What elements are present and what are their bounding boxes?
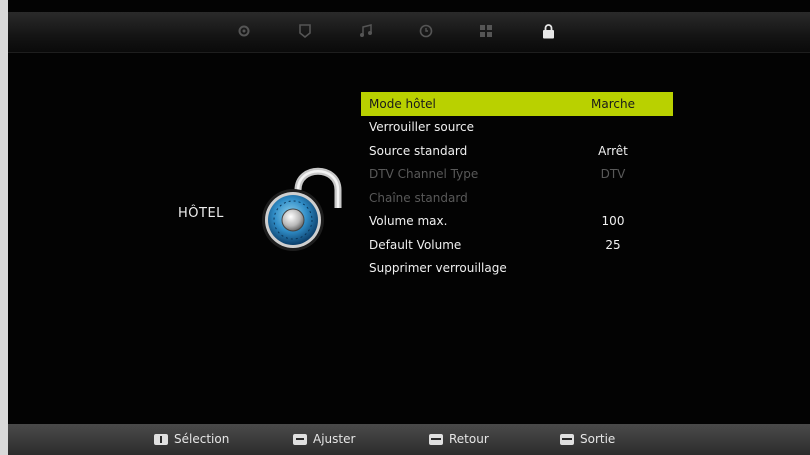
menu-item-value: Arrêt [598, 143, 628, 158]
section-title: HÔTEL [178, 206, 224, 221]
menu-item-value: DTV [600, 167, 626, 182]
menu-item-value: 100 [601, 214, 625, 229]
hint-back-label: Retour [449, 432, 489, 446]
menu-item-value: Marche [591, 96, 635, 111]
hint-select-label: Sélection [174, 432, 230, 446]
menu-item-label: Mode hôtel [369, 96, 436, 111]
hint-back: Retour [429, 432, 489, 446]
leftright-key-icon [293, 433, 307, 445]
music-tab-icon[interactable] [352, 18, 380, 44]
menu-key-icon [429, 433, 443, 445]
menu-item-verrouiller-source[interactable]: Verrouiller source [361, 116, 673, 140]
menu-item-label: DTV Channel Type [369, 167, 479, 182]
setup-tab-icon[interactable] [472, 18, 500, 44]
hotel-settings-menu: Mode hôtel Marche Verrouiller source Sou… [361, 92, 673, 280]
clock-tab-icon[interactable] [412, 18, 440, 44]
menu-item-label: Volume max. [369, 214, 448, 229]
menu-item-chaine-standard: Chaîne standard [361, 186, 673, 210]
updown-key-icon [154, 433, 168, 445]
menu-item-label: Source standard [369, 143, 468, 158]
tv-osd-screen: HÔTEL Mode hôtel Marche Verrouiller sour… [8, 0, 810, 455]
lock-tab-icon[interactable] [534, 18, 562, 44]
menu-item-label: Verrouiller source [369, 120, 474, 135]
menu-item-volume-max[interactable]: Volume max. 100 [361, 210, 673, 234]
hint-exit: Sortie [560, 432, 615, 446]
exit-key-icon [560, 433, 574, 445]
menu-tab-bar [8, 12, 810, 53]
menu-item-label: Supprimer verrouillage [369, 261, 507, 276]
menu-item-label: Default Volume [369, 237, 462, 252]
hint-select: Sélection [154, 432, 229, 446]
menu-item-value: 25 [605, 237, 621, 252]
menu-item-source-standard[interactable]: Source standard Arrêt [361, 139, 673, 163]
sound-tab-icon[interactable] [291, 18, 319, 44]
menu-item-dtv-channel-type: DTV Channel Type DTV [361, 163, 673, 187]
menu-item-default-volume[interactable]: Default Volume 25 [361, 233, 673, 257]
picture-tab-icon[interactable] [230, 18, 258, 44]
menu-item-label: Chaîne standard [369, 190, 468, 205]
hint-bar: Sélection Ajuster Retour Sortie [8, 424, 810, 455]
padlock-icon [258, 160, 348, 265]
hint-adjust: Ajuster [293, 432, 355, 446]
hint-exit-label: Sortie [580, 432, 616, 446]
menu-item-supprimer-verrouillage[interactable]: Supprimer verrouillage [361, 257, 673, 281]
hint-adjust-label: Ajuster [313, 432, 356, 446]
menu-item-mode-hotel[interactable]: Mode hôtel Marche [361, 92, 673, 116]
